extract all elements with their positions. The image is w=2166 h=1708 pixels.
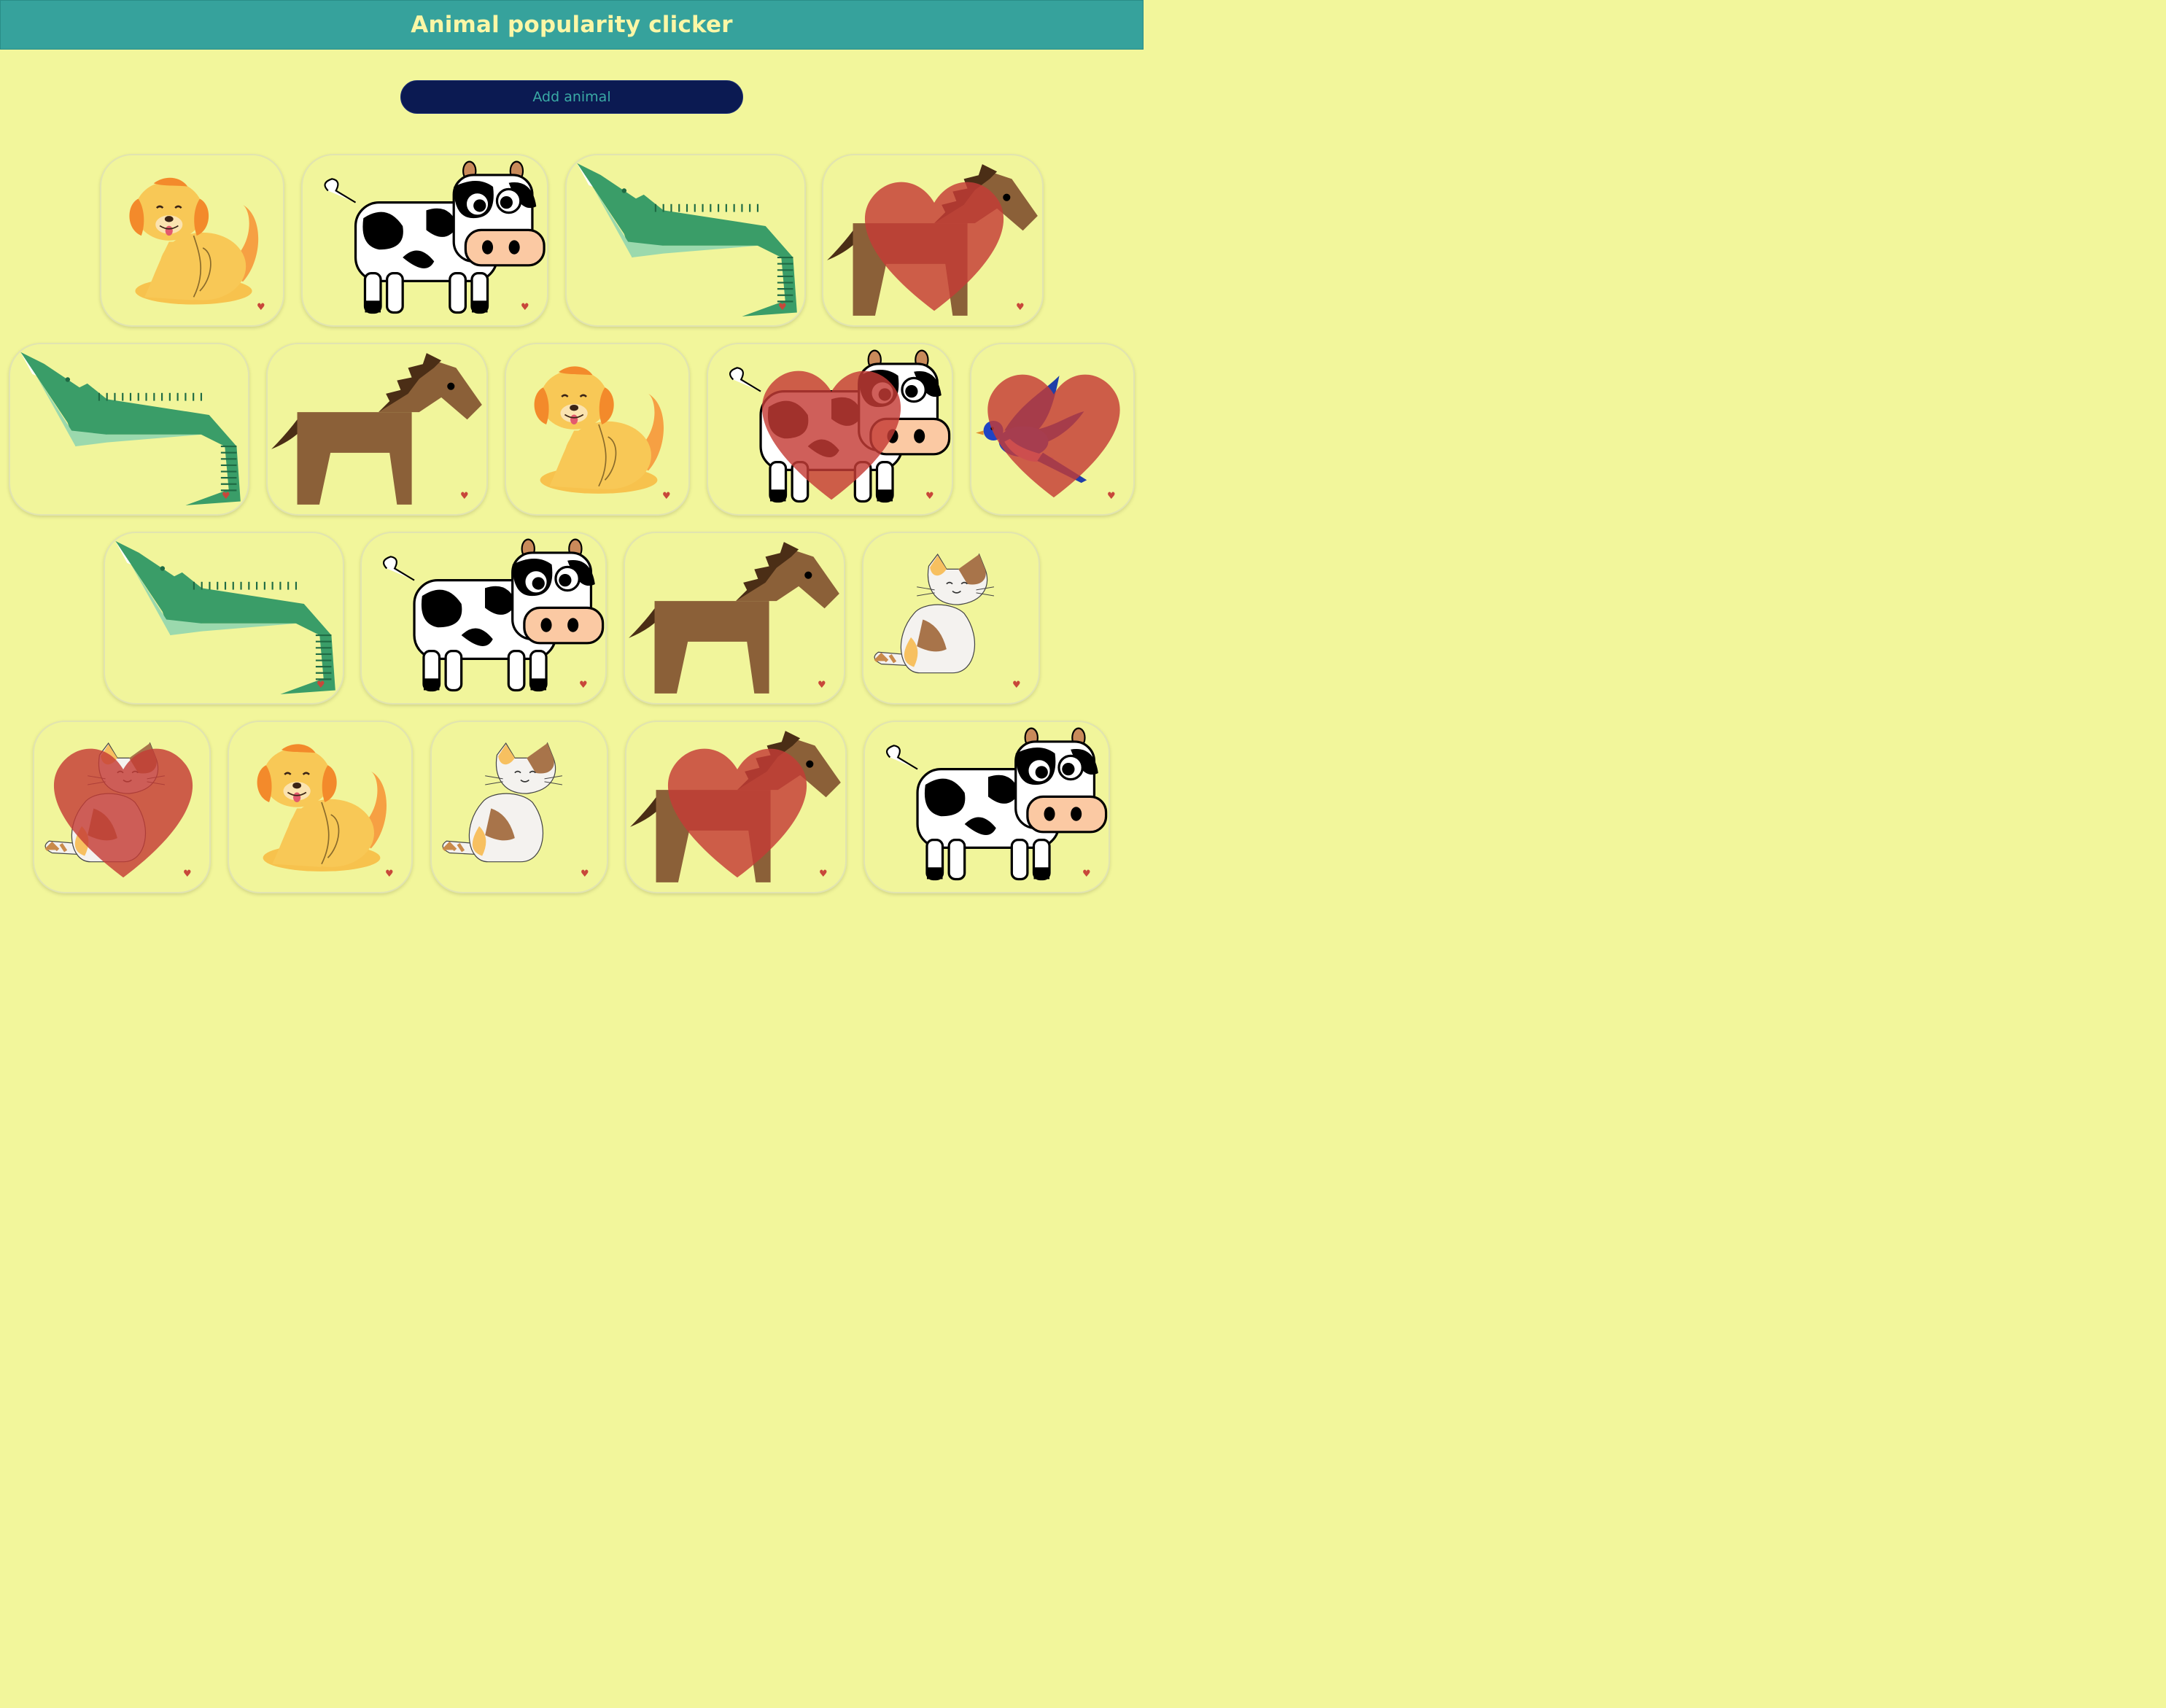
app-title: Animal popularity clicker	[411, 12, 733, 38]
animal-card-bird[interactable]: ♥	[970, 343, 1135, 516]
animal-card-horse[interactable]: ♥	[266, 343, 488, 516]
like-heart-icon[interactable]: ♥	[257, 303, 265, 312]
crocodile-illustration	[20, 352, 241, 505]
like-heart-icon[interactable]: ♥	[819, 869, 828, 879]
animal-card-cow[interactable]: ♥	[707, 343, 953, 516]
dog-illustration	[129, 177, 259, 305]
animal-card-crocodile[interactable]: ♥	[104, 532, 344, 704]
like-heart-icon[interactable]: ♥	[317, 680, 325, 690]
like-heart-icon[interactable]: ♥	[662, 492, 671, 501]
horse-illustration	[827, 164, 1038, 316]
animal-card-dog[interactable]: ♥	[505, 343, 690, 516]
animal-card-cat[interactable]: ♥	[430, 721, 608, 893]
like-heart-icon[interactable]: ♥	[1012, 680, 1021, 690]
like-heart-icon[interactable]: ♥	[460, 492, 469, 501]
horse-illustration	[271, 353, 482, 505]
animal-card-dog[interactable]: ♥	[100, 154, 284, 327]
like-heart-icon[interactable]: ♥	[778, 303, 787, 312]
horse-illustration	[629, 542, 839, 694]
like-heart-icon[interactable]: ♥	[1082, 869, 1091, 879]
like-heart-icon[interactable]: ♥	[1016, 303, 1025, 312]
cow-illustration	[729, 349, 951, 503]
like-heart-icon[interactable]: ♥	[1107, 492, 1116, 501]
cat-illustration	[44, 742, 166, 863]
like-heart-icon[interactable]: ♥	[222, 492, 230, 501]
animal-card-crocodile[interactable]: ♥	[565, 154, 806, 327]
like-heart-icon[interactable]: ♥	[183, 869, 192, 879]
animal-card-horse[interactable]: ♥	[624, 532, 845, 704]
horse-illustration	[630, 731, 841, 882]
like-heart-icon[interactable]: ♥	[385, 869, 394, 879]
cow-illustration	[382, 538, 605, 692]
add-animal-button[interactable]: Add animal	[400, 80, 743, 114]
cow-illustration	[324, 160, 546, 314]
like-heart-icon[interactable]: ♥	[925, 492, 934, 501]
animal-card-horse[interactable]: ♥	[822, 154, 1044, 327]
like-heart-icon[interactable]: ♥	[818, 680, 826, 690]
dog-illustration	[257, 744, 387, 872]
animal-card-cat[interactable]: ♥	[862, 532, 1040, 704]
animal-card-cow[interactable]: ♥	[301, 154, 548, 327]
like-heart-icon[interactable]: ♥	[579, 680, 588, 690]
animal-card-cat[interactable]: ♥	[33, 721, 211, 893]
animal-card-cow[interactable]: ♥	[863, 721, 1110, 893]
animal-card-cow[interactable]: ♥	[360, 532, 607, 704]
crocodile-illustration	[115, 540, 335, 694]
like-heart-icon[interactable]: ♥	[581, 869, 589, 879]
animal-card-dog[interactable]: ♥	[228, 721, 413, 893]
bird-illustration	[976, 376, 1087, 484]
like-heart-icon[interactable]: ♥	[521, 303, 529, 312]
cat-illustration	[874, 553, 995, 674]
dog-illustration	[534, 366, 664, 494]
app-header: Animal popularity clicker	[0, 0, 1144, 50]
cat-illustration	[442, 742, 563, 863]
cow-illustration	[885, 727, 1108, 881]
crocodile-illustration	[577, 163, 797, 317]
animal-card-horse[interactable]: ♥	[625, 721, 847, 893]
animal-card-crocodile[interactable]: ♥	[9, 343, 249, 516]
